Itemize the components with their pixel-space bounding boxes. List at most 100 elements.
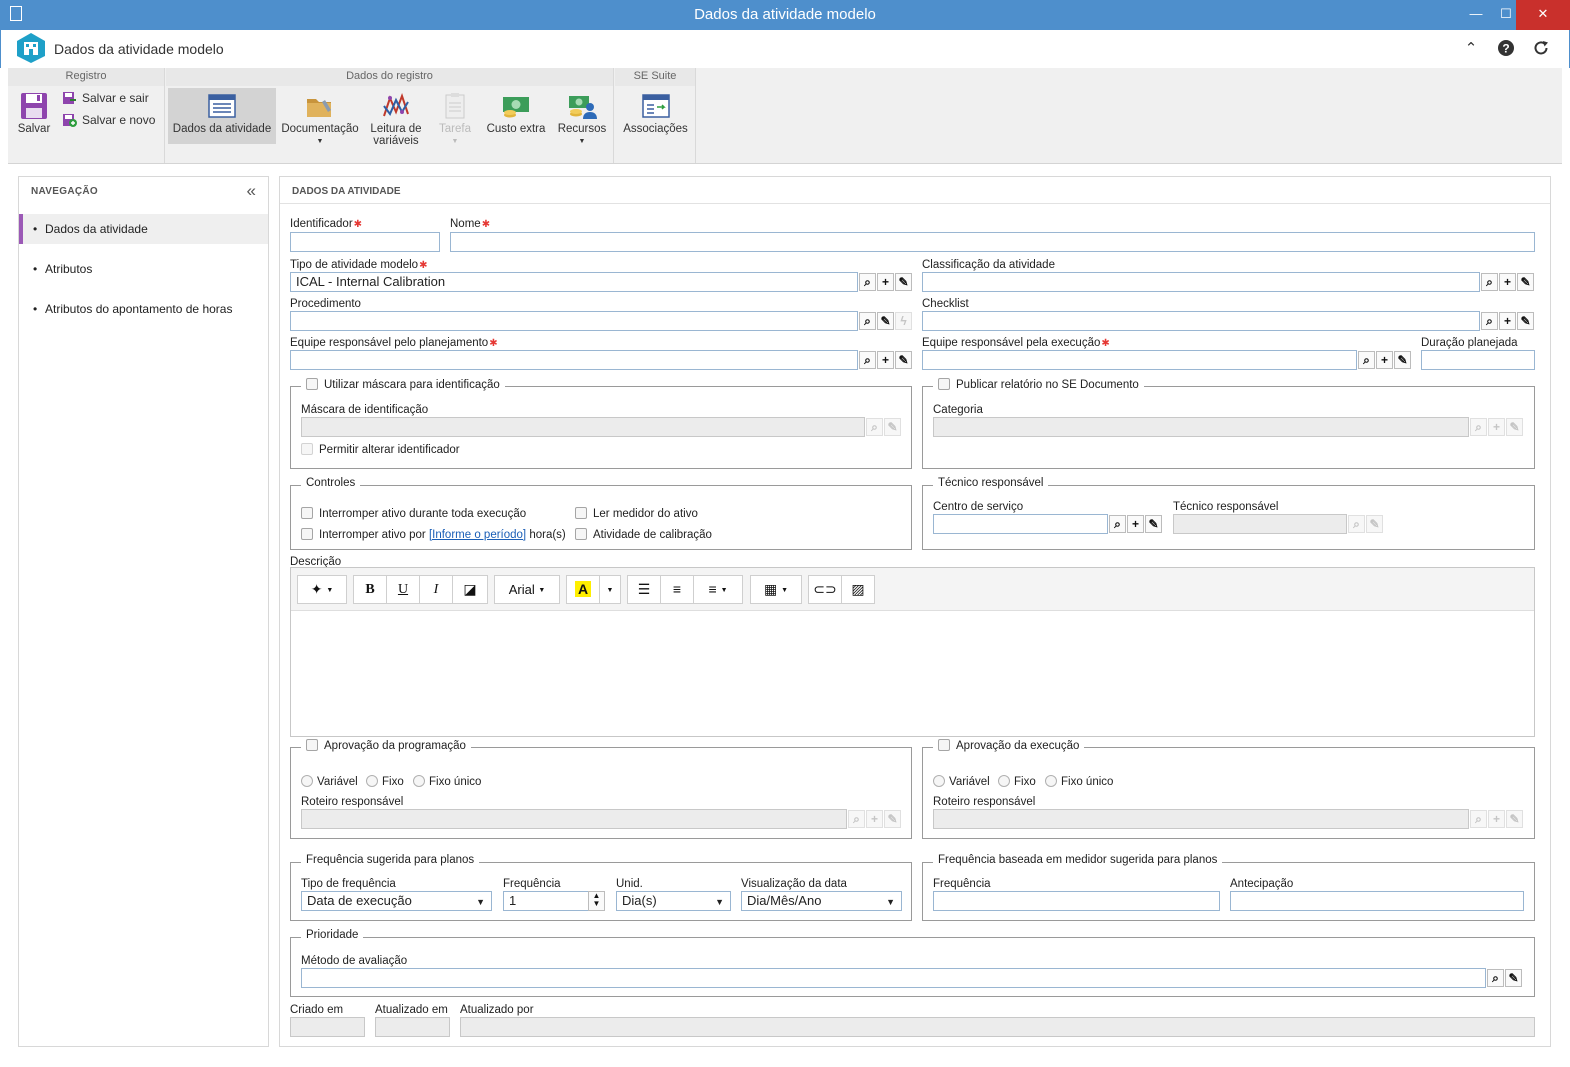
aprovacao-programacao-legend[interactable]: Aprovação da programação [301, 739, 471, 752]
metodo-avaliacao-input[interactable] [301, 968, 1486, 988]
frequencia-medidor-input[interactable] [933, 891, 1220, 911]
magic-wand-icon[interactable]: ✦ ▼ [297, 575, 347, 604]
tarefa-label: Tarefa [439, 123, 471, 135]
add-icon[interactable]: + [1127, 515, 1144, 533]
radio-variavel[interactable]: Variável [933, 775, 990, 788]
search-icon[interactable]: ⌕ [1481, 312, 1498, 330]
tipo-atividade-input[interactable]: ICAL - Internal Calibration [290, 272, 858, 292]
numbered-list-icon[interactable]: ≡ [660, 575, 694, 604]
radio-fixo[interactable]: Fixo [366, 775, 404, 788]
align-icon[interactable]: ≡ ▼ [693, 575, 743, 604]
radio-fixo-unico[interactable]: Fixo único [1045, 775, 1113, 788]
clear-brush-icon[interactable]: ✎ [1394, 351, 1411, 369]
visualizacao-data-select[interactable]: Dia/Mês/Ano ▼ [741, 891, 902, 911]
image-icon[interactable]: ▨ [841, 575, 875, 604]
dados-atividade-button[interactable]: Dados da atividade [168, 88, 276, 144]
search-icon[interactable]: ⌕ [1487, 969, 1504, 987]
bold-icon[interactable]: B [353, 575, 387, 604]
search-icon[interactable]: ⌕ [1109, 515, 1126, 533]
frequencia-input[interactable]: 1 [503, 891, 589, 911]
centro-servico-input[interactable] [933, 514, 1108, 534]
search-icon[interactable]: ⌕ [859, 273, 876, 291]
clear-brush-icon[interactable]: ✎ [1517, 273, 1534, 291]
radio-icon [1045, 775, 1057, 787]
clear-brush-icon[interactable]: ✎ [895, 273, 912, 291]
atividade-calibracao-checkbox[interactable]: Atividade de calibração [575, 528, 712, 541]
aprovacao-programacao-checkbox[interactable] [306, 739, 318, 751]
informe-periodo-link[interactable]: [Informe o período] [429, 529, 526, 541]
associacoes-button[interactable]: Associações [617, 88, 694, 144]
custo-extra-button[interactable]: Custo extra [482, 88, 550, 144]
interromper-toda-checkbox[interactable]: Interromper ativo durante toda execução [301, 507, 526, 520]
leitura-variaveis-button[interactable]: Leitura de variáveis [364, 88, 428, 147]
aprovacao-execucao-checkbox[interactable] [938, 739, 950, 751]
nav-item-atributos[interactable]: • Atributos [19, 254, 268, 284]
save-new-button[interactable]: Salvar e novo [62, 111, 155, 129]
clear-brush-icon[interactable]: ✎ [877, 312, 894, 330]
underline-icon[interactable]: U [386, 575, 420, 604]
highlight-color-icon[interactable]: A [566, 575, 600, 604]
nav-item-label: Dados da atividade [45, 222, 148, 236]
radio-icon [301, 775, 313, 787]
clear-brush-icon[interactable]: ✎ [1517, 312, 1534, 330]
save-button[interactable]: Salvar [10, 88, 58, 144]
duracao-input[interactable] [1421, 350, 1535, 370]
italic-icon[interactable]: I [419, 575, 453, 604]
add-icon[interactable]: + [1499, 312, 1516, 330]
radio-variavel[interactable]: Variável [301, 775, 358, 788]
mascara-legend[interactable]: Utilizar máscara para identificação [301, 378, 505, 391]
search-icon[interactable]: ⌕ [1358, 351, 1375, 369]
link-icon[interactable]: ⊂⊃ [808, 575, 842, 604]
variables-chart-icon [383, 93, 409, 117]
aprovacao-execucao-legend[interactable]: Aprovação da execução [933, 739, 1085, 752]
clear-brush-icon[interactable]: ✎ [895, 351, 912, 369]
refresh-icon[interactable] [1531, 39, 1551, 59]
procedimento-input[interactable] [290, 311, 858, 331]
radio-fixo-unico[interactable]: Fixo único [413, 775, 481, 788]
nav-item-atributos-apontamento[interactable]: • Atributos do apontamento de horas [19, 294, 268, 324]
classificacao-input[interactable] [922, 272, 1480, 292]
tarefa-button[interactable]: Tarefa ▼ [432, 88, 478, 145]
tipo-frequencia-select[interactable]: Data de execução ▼ [301, 891, 492, 911]
add-icon[interactable]: + [877, 351, 894, 369]
identificador-input[interactable] [290, 232, 440, 252]
collapse-panel-icon[interactable]: « [247, 181, 256, 201]
publicar-legend[interactable]: Publicar relatório no SE Documento [933, 378, 1144, 391]
search-icon[interactable]: ⌕ [859, 351, 876, 369]
antecipacao-input[interactable] [1230, 891, 1524, 911]
mascara-checkbox[interactable] [306, 378, 318, 390]
add-icon[interactable]: + [877, 273, 894, 291]
bullet-list-icon[interactable]: ☰ [627, 575, 661, 604]
interromper-por-checkbox[interactable]: Interromper ativo por [Informe o período… [301, 528, 566, 541]
publicar-checkbox[interactable] [938, 378, 950, 390]
frequencia-medidor-label: Frequência [933, 878, 991, 890]
color-dropdown-icon[interactable]: ▼ [599, 575, 621, 604]
eraser-icon[interactable]: ◪ [452, 575, 488, 604]
add-icon[interactable]: + [1376, 351, 1393, 369]
clear-brush-icon[interactable]: ✎ [1145, 515, 1162, 533]
ler-medidor-checkbox[interactable]: Ler medidor do ativo [575, 507, 698, 520]
table-icon[interactable]: ▦ ▼ [750, 575, 802, 604]
search-icon[interactable]: ⌕ [1481, 273, 1498, 291]
checklist-input[interactable] [922, 311, 1480, 331]
add-icon[interactable]: + [1499, 273, 1516, 291]
unid-select[interactable]: Dia(s) ▼ [616, 891, 731, 911]
recursos-button[interactable]: Recursos ▼ [554, 88, 610, 145]
clear-brush-icon[interactable]: ✎ [1505, 969, 1522, 987]
close-button[interactable]: ✕ [1516, 0, 1570, 30]
checkbox-icon [301, 507, 313, 519]
equipe-planejamento-input[interactable] [290, 350, 858, 370]
equipe-execucao-input[interactable] [922, 350, 1357, 370]
nav-item-dados-atividade[interactable]: • Dados da atividade [19, 214, 268, 244]
font-family-select[interactable]: Arial ▼ [494, 575, 560, 604]
centro-servico-label: Centro de serviço [933, 501, 1024, 513]
save-exit-button[interactable]: Salvar e sair [62, 89, 149, 107]
search-icon[interactable]: ⌕ [859, 312, 876, 330]
documentacao-button[interactable]: Documentação ▼ [280, 88, 360, 145]
help-icon[interactable]: ? [1496, 39, 1516, 59]
editor-content-area[interactable] [291, 612, 1534, 736]
radio-fixo[interactable]: Fixo [998, 775, 1036, 788]
spinner-icon[interactable]: ▲ ▼ [588, 891, 605, 911]
nome-input[interactable] [450, 232, 1535, 252]
collapse-up-icon[interactable]: ⌃ [1461, 39, 1481, 59]
